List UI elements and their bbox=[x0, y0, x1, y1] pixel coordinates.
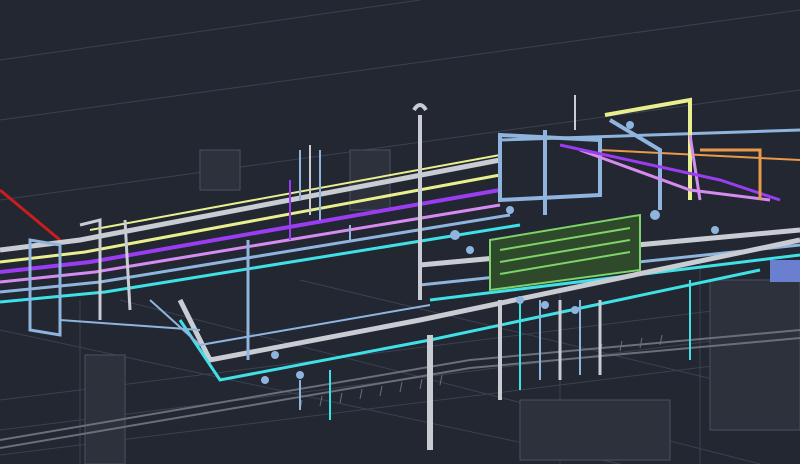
piping-model-drawing[interactable] bbox=[0, 0, 800, 464]
pipe-red[interactable] bbox=[0, 188, 61, 242]
structure-columns bbox=[84, 149, 800, 464]
pipe-bundle-main[interactable] bbox=[0, 154, 521, 304]
beam-ticks bbox=[299, 334, 663, 411]
3d-model-viewport[interactable] bbox=[0, 0, 800, 464]
